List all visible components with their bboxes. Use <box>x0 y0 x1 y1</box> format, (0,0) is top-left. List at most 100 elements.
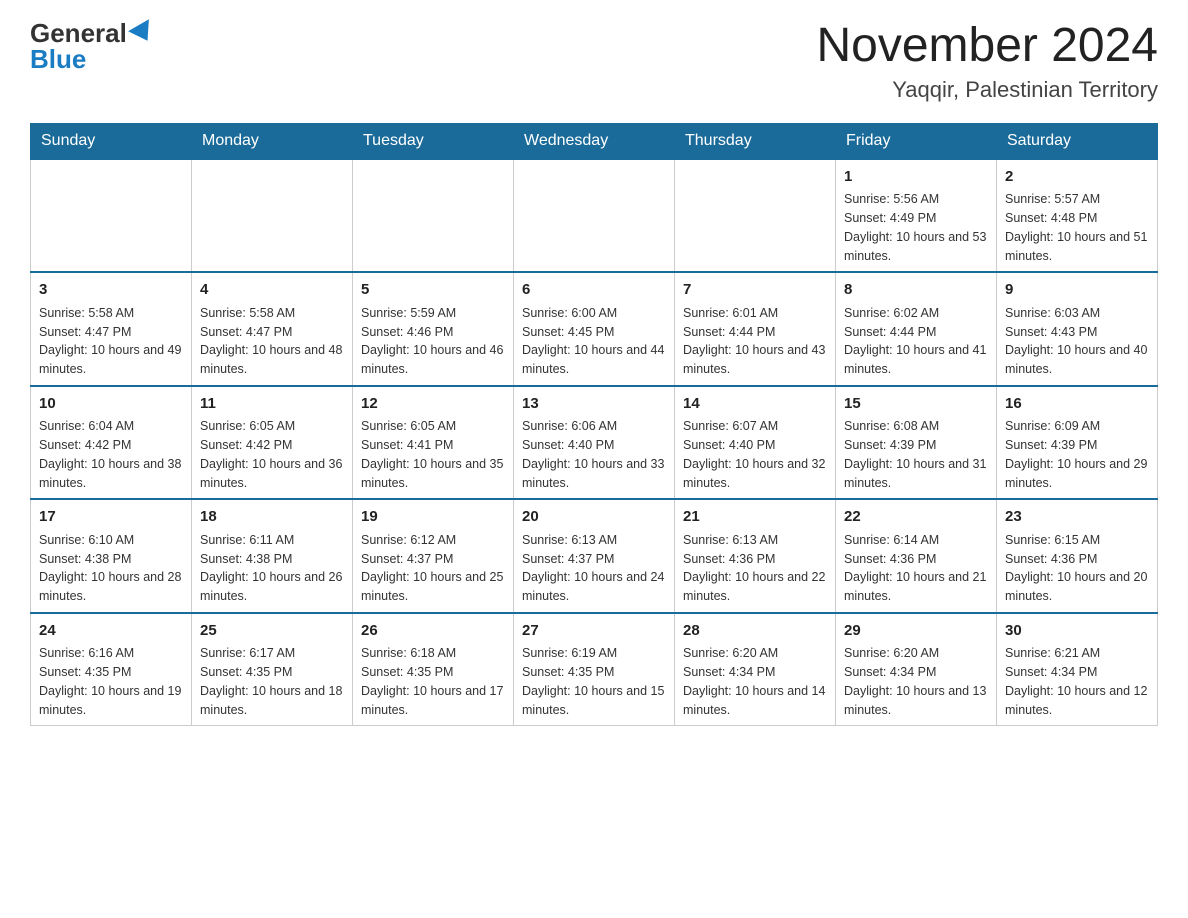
calendar-cell: 27 Sunrise: 6:19 AM Sunset: 4:35 PM Dayli… <box>514 613 675 726</box>
day-number: 3 <box>39 279 183 302</box>
weekday-header-saturday: Saturday <box>997 123 1158 159</box>
day-number: 17 <box>39 506 183 529</box>
location-title: Yaqqir, Palestinian Territory <box>816 77 1158 103</box>
calendar-cell: 9Sunrise: 6:03 AM Sunset: 4:43 PM Daylig… <box>997 272 1158 386</box>
day-info: Sunrise: 5:56 AM Sunset: 4:49 PM Dayligh… <box>844 192 986 262</box>
day-info: Sunrise: 6:06 AM Sunset: 4:40 PM Dayligh… <box>522 419 664 489</box>
logo-general-text: General <box>30 20 155 46</box>
day-number: 16 <box>1005 393 1149 416</box>
week-row-5: 24Sunrise: 6:16 AM Sunset: 4:35 PM Dayli… <box>31 613 1158 726</box>
day-number: 5 <box>361 279 505 302</box>
day-number: 4 <box>200 279 344 302</box>
day-number: 8 <box>844 279 988 302</box>
day-number: 19 <box>361 506 505 529</box>
day-info: Sunrise: 6:13 AM Sunset: 4:37 PM Dayligh… <box>522 533 664 603</box>
day-info: Sunrise: 6:04 AM Sunset: 4:42 PM Dayligh… <box>39 419 181 489</box>
day-number: 27 <box>522 620 666 643</box>
day-number: 18 <box>200 506 344 529</box>
day-number: 10 <box>39 393 183 416</box>
calendar-cell: 5 Sunrise: 5:59 AM Sunset: 4:46 PM Daylig… <box>353 272 514 386</box>
logo-triangle-icon <box>128 19 158 47</box>
day-number: 24 <box>39 620 183 643</box>
logo-blue-text: Blue <box>30 46 86 72</box>
day-info: Sunrise: 6:12 AM Sunset: 4:37 PM Dayligh… <box>361 533 503 603</box>
day-info: Sunrise: 6:00 AM Sunset: 4:45 PM Dayligh… <box>522 306 664 376</box>
calendar-cell <box>514 159 675 273</box>
day-info: Sunrise: 6:21 AM Sunset: 4:34 PM Dayligh… <box>1005 646 1147 716</box>
calendar-cell: 28Sunrise: 6:20 AM Sunset: 4:34 PM Dayli… <box>675 613 836 726</box>
day-number: 13 <box>522 393 666 416</box>
week-row-1: 1 Sunrise: 5:56 AM Sunset: 4:49 PM Daylig… <box>31 159 1158 273</box>
calendar-cell: 24Sunrise: 6:16 AM Sunset: 4:35 PM Dayli… <box>31 613 192 726</box>
calendar-cell <box>192 159 353 273</box>
month-title: November 2024 <box>816 20 1158 73</box>
title-block: November 2024 Yaqqir, Palestinian Territ… <box>816 20 1158 103</box>
day-info: Sunrise: 6:14 AM Sunset: 4:36 PM Dayligh… <box>844 533 986 603</box>
calendar-cell: 23 Sunrise: 6:15 AM Sunset: 4:36 PM Dayli… <box>997 499 1158 613</box>
day-info: Sunrise: 6:13 AM Sunset: 4:36 PM Dayligh… <box>683 533 825 603</box>
calendar-cell <box>353 159 514 273</box>
day-info: Sunrise: 5:59 AM Sunset: 4:46 PM Dayligh… <box>361 306 503 376</box>
day-info: Sunrise: 6:07 AM Sunset: 4:40 PM Dayligh… <box>683 419 825 489</box>
weekday-header-row: SundayMondayTuesdayWednesdayThursdayFrid… <box>31 123 1158 159</box>
day-number: 15 <box>844 393 988 416</box>
day-info: Sunrise: 6:01 AM Sunset: 4:44 PM Dayligh… <box>683 306 825 376</box>
day-number: 20 <box>522 506 666 529</box>
day-info: Sunrise: 6:09 AM Sunset: 4:39 PM Dayligh… <box>1005 419 1147 489</box>
calendar-cell <box>675 159 836 273</box>
calendar-cell: 22 Sunrise: 6:14 AM Sunset: 4:36 PM Dayli… <box>836 499 997 613</box>
day-info: Sunrise: 6:03 AM Sunset: 4:43 PM Dayligh… <box>1005 306 1147 376</box>
week-row-3: 10 Sunrise: 6:04 AM Sunset: 4:42 PM Dayli… <box>31 386 1158 500</box>
day-number: 22 <box>844 506 988 529</box>
calendar-cell: 11 Sunrise: 6:05 AM Sunset: 4:42 PM Dayli… <box>192 386 353 500</box>
calendar-cell: 14 Sunrise: 6:07 AM Sunset: 4:40 PM Dayli… <box>675 386 836 500</box>
day-number: 25 <box>200 620 344 643</box>
weekday-header-sunday: Sunday <box>31 123 192 159</box>
calendar-cell: 30 Sunrise: 6:21 AM Sunset: 4:34 PM Dayli… <box>997 613 1158 726</box>
weekday-header-monday: Monday <box>192 123 353 159</box>
day-info: Sunrise: 6:18 AM Sunset: 4:35 PM Dayligh… <box>361 646 503 716</box>
calendar-cell: 1 Sunrise: 5:56 AM Sunset: 4:49 PM Daylig… <box>836 159 997 273</box>
day-info: Sunrise: 6:20 AM Sunset: 4:34 PM Dayligh… <box>844 646 986 716</box>
day-number: 14 <box>683 393 827 416</box>
day-info: Sunrise: 5:58 AM Sunset: 4:47 PM Dayligh… <box>200 306 342 376</box>
week-row-2: 3 Sunrise: 5:58 AM Sunset: 4:47 PM Daylig… <box>31 272 1158 386</box>
weekday-header-thursday: Thursday <box>675 123 836 159</box>
day-number: 21 <box>683 506 827 529</box>
calendar-cell: 7 Sunrise: 6:01 AM Sunset: 4:44 PM Daylig… <box>675 272 836 386</box>
calendar-cell: 12 Sunrise: 6:05 AM Sunset: 4:41 PM Dayli… <box>353 386 514 500</box>
day-info: Sunrise: 5:57 AM Sunset: 4:48 PM Dayligh… <box>1005 192 1147 262</box>
calendar-cell: 26Sunrise: 6:18 AM Sunset: 4:35 PM Dayli… <box>353 613 514 726</box>
day-info: Sunrise: 6:05 AM Sunset: 4:41 PM Dayligh… <box>361 419 503 489</box>
weekday-header-friday: Friday <box>836 123 997 159</box>
calendar-cell <box>31 159 192 273</box>
day-number: 12 <box>361 393 505 416</box>
day-number: 30 <box>1005 620 1149 643</box>
day-info: Sunrise: 6:20 AM Sunset: 4:34 PM Dayligh… <box>683 646 825 716</box>
day-info: Sunrise: 6:15 AM Sunset: 4:36 PM Dayligh… <box>1005 533 1147 603</box>
day-number: 7 <box>683 279 827 302</box>
day-number: 6 <box>522 279 666 302</box>
day-number: 29 <box>844 620 988 643</box>
day-number: 23 <box>1005 506 1149 529</box>
day-number: 11 <box>200 393 344 416</box>
calendar-table: SundayMondayTuesdayWednesdayThursdayFrid… <box>30 123 1158 727</box>
calendar-cell: 4 Sunrise: 5:58 AM Sunset: 4:47 PM Daylig… <box>192 272 353 386</box>
calendar-cell: 3Sunrise: 5:58 AM Sunset: 4:47 PM Daylig… <box>31 272 192 386</box>
calendar-cell: 21 Sunrise: 6:13 AM Sunset: 4:36 PM Dayli… <box>675 499 836 613</box>
day-number: 1 <box>844 166 988 189</box>
calendar-cell: 15Sunrise: 6:08 AM Sunset: 4:39 PM Dayli… <box>836 386 997 500</box>
day-info: Sunrise: 6:05 AM Sunset: 4:42 PM Dayligh… <box>200 419 342 489</box>
day-info: Sunrise: 6:17 AM Sunset: 4:35 PM Dayligh… <box>200 646 342 716</box>
day-info: Sunrise: 6:19 AM Sunset: 4:35 PM Dayligh… <box>522 646 664 716</box>
day-number: 2 <box>1005 166 1149 189</box>
calendar-cell: 25 Sunrise: 6:17 AM Sunset: 4:35 PM Dayli… <box>192 613 353 726</box>
weekday-header-tuesday: Tuesday <box>353 123 514 159</box>
calendar-cell: 18Sunrise: 6:11 AM Sunset: 4:38 PM Dayli… <box>192 499 353 613</box>
day-info: Sunrise: 6:02 AM Sunset: 4:44 PM Dayligh… <box>844 306 986 376</box>
calendar-cell: 20 Sunrise: 6:13 AM Sunset: 4:37 PM Dayli… <box>514 499 675 613</box>
calendar-cell: 8 Sunrise: 6:02 AM Sunset: 4:44 PM Daylig… <box>836 272 997 386</box>
calendar-cell: 17Sunrise: 6:10 AM Sunset: 4:38 PM Dayli… <box>31 499 192 613</box>
calendar-cell: 16 Sunrise: 6:09 AM Sunset: 4:39 PM Dayli… <box>997 386 1158 500</box>
calendar-cell: 13 Sunrise: 6:06 AM Sunset: 4:40 PM Dayli… <box>514 386 675 500</box>
